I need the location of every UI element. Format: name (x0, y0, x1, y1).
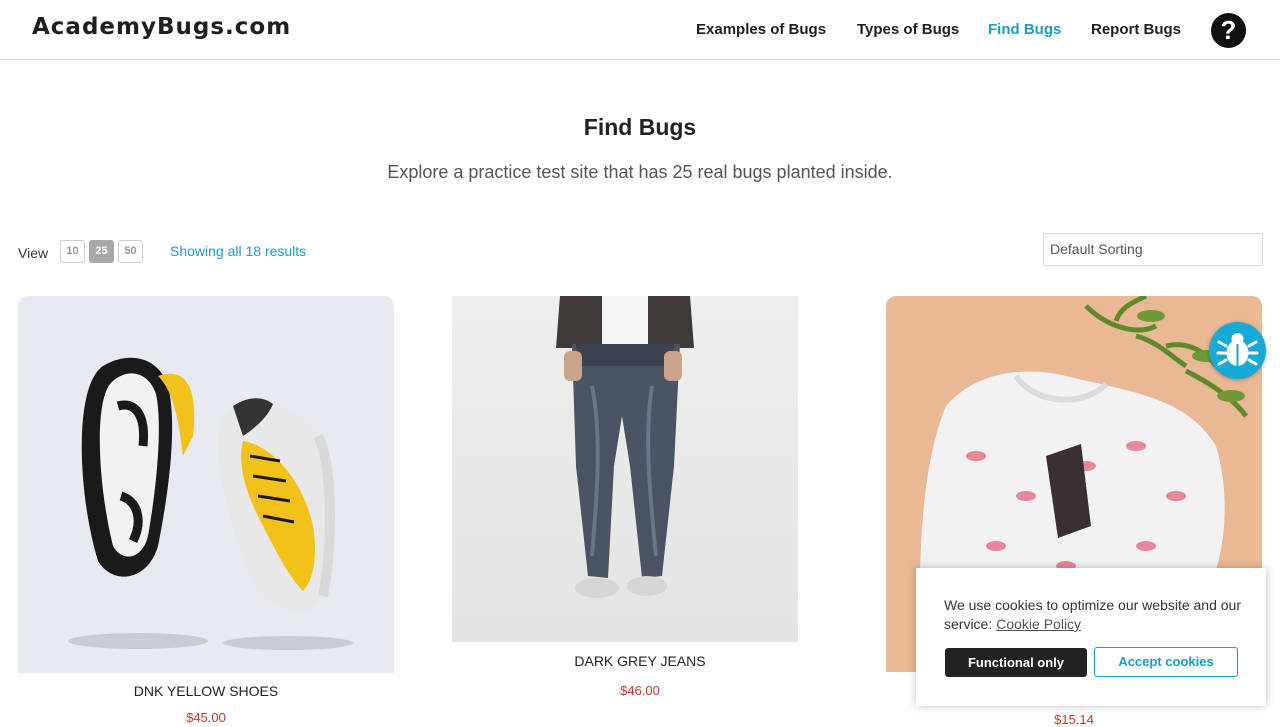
product-price: $46.00 (620, 683, 660, 698)
product-name[interactable]: DARK GREY JEANS (452, 653, 828, 669)
page-size-10[interactable]: 10 (60, 240, 85, 263)
page-subtitle: Explore a practice test site that has 25… (387, 162, 893, 182)
sorting-select[interactable]: Default Sorting (1043, 233, 1263, 266)
product-image-jeans[interactable] (452, 296, 798, 642)
cookie-message: We use cookies to optimize our website a… (944, 597, 1242, 632)
product-name[interactable]: DNK YELLOW SHOES (18, 683, 394, 699)
nav-find-bugs[interactable]: Find Bugs (988, 21, 1061, 38)
help-question-icon[interactable]: ? (1211, 13, 1246, 48)
shoes-illustration (68, 357, 353, 650)
nav-types-of-bugs[interactable]: Types of Bugs (857, 21, 959, 38)
accept-cookies-button[interactable]: Accept cookies (1094, 647, 1238, 677)
cookie-policy-link[interactable]: Cookie Policy (996, 616, 1081, 632)
cookie-banner: We use cookies to optimize our website a… (916, 568, 1266, 706)
nav-report-bugs[interactable]: Report Bugs (1091, 21, 1181, 38)
site-logo[interactable]: AcademyBugs.com (32, 14, 291, 40)
nav-examples-of-bugs[interactable]: Examples of Bugs (696, 21, 826, 38)
bug-icon[interactable] (1209, 322, 1266, 379)
view-label: View (18, 245, 49, 261)
results-count: Showing all 18 results (170, 243, 307, 259)
cookie-text-block: We use cookies to optimize our website a… (944, 596, 1244, 634)
product-image-shoes[interactable] (18, 296, 394, 673)
page-title: Find Bugs (583, 114, 697, 140)
functional-only-button[interactable]: Functional only (945, 648, 1087, 677)
bug-glyph-icon (1216, 333, 1259, 366)
jeans-illustration (556, 296, 694, 598)
site-header: AcademyBugs.com Examples of Bugs Types o… (0, 0, 1280, 60)
page-size-50[interactable]: 50 (118, 240, 143, 263)
product-price: $45.00 (186, 710, 226, 725)
page-size-25[interactable]: 25 (89, 240, 114, 263)
